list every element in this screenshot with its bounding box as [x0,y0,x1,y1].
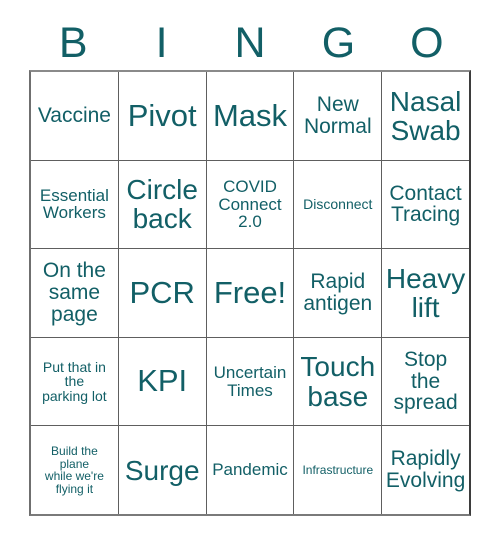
bingo-cell-1-4[interactable]: Contact Tracing [381,160,469,249]
bingo-cell-label: PCR [129,274,195,310]
bingo-cell-label: Disconnect [303,196,373,213]
bingo-cell-label: Pandemic [212,460,288,480]
bingo-row: Build the plane while we're flying it Sur… [31,425,469,514]
bingo-cell-2-0[interactable]: On the same page [31,249,118,337]
bingo-cell-label: Uncertain Times [213,362,287,400]
bingo-cell-label: Essential Workers [39,185,109,223]
bingo-cell-label: Infrastructure [302,462,374,477]
bingo-cell-label: Put that in the parking lot [42,358,107,404]
bingo-cell-0-3[interactable]: New Normal [293,72,382,160]
bingo-cell-2-4[interactable]: Heavy lift [381,249,469,337]
bingo-cell-label: Touch base [300,351,376,412]
bingo-cell-label: Stop the spread [393,347,458,415]
bingo-header-letter-2: N [234,18,266,67]
bingo-cell-label: Build the plane while we're flying it [44,444,104,496]
bingo-cell-label: Contact Tracing [389,181,462,227]
bingo-header-letter-1: I [155,18,168,67]
bingo-cell-0-0[interactable]: Vaccine [31,72,118,160]
bingo-cell-label: Heavy lift [385,262,466,323]
bingo-cell-4-1[interactable]: Surge [117,426,206,514]
bingo-cell-label: COVID Connect 2.0 [218,176,282,232]
bingo-cell-label: New Normal [303,92,372,138]
bingo-cell-free-space[interactable]: Free! [205,249,294,337]
bingo-cell-2-1[interactable]: PCR [117,249,206,337]
bingo-cell-3-0[interactable]: Put that in the parking lot [31,337,118,426]
bingo-cell-label: Pivot [127,97,197,133]
bingo-cell-4-3[interactable]: Infrastructure [293,426,382,514]
bingo-header-letter-3: G [321,18,356,67]
bingo-cell-4-4[interactable]: Rapidly Evolving [381,426,469,514]
bingo-cell-3-2[interactable]: Uncertain Times [205,337,294,426]
bingo-card: B I N G O Vaccine Pivot Mask New Normal Nasal Sw… [0,0,500,544]
bingo-cell-3-3[interactable]: Touch base [293,337,382,426]
bingo-cell-1-3[interactable]: Disconnect [293,160,382,249]
bingo-cell-label: On the same page [42,259,106,326]
bingo-cell-label: Rapidly Evolving [385,447,466,493]
bingo-cell-label: Mask [212,97,288,133]
bingo-grid: Vaccine Pivot Mask New Normal Nasal Swab Esse… [29,70,471,516]
bingo-header-letter-0: B [58,18,88,67]
bingo-cell-label: Surge [124,454,200,486]
bingo-cell-0-4[interactable]: Nasal Swab [381,72,469,160]
bingo-cell-label: Vaccine [37,103,111,127]
bingo-cell-3-1[interactable]: KPI [117,337,206,426]
bingo-cell-0-2[interactable]: Mask [205,72,294,160]
bingo-cell-1-1[interactable]: Circle back [117,160,206,249]
bingo-cell-label: Nasal Swab [389,85,462,146]
bingo-row: Put that in the parking lot KPI Uncertain … [31,336,469,426]
bingo-cell-4-2[interactable]: Pandemic [205,426,294,514]
bingo-cell-1-0[interactable]: Essential Workers [31,160,118,249]
bingo-cell-label: Circle back [126,174,198,235]
bingo-cell-4-0[interactable]: Build the plane while we're flying it [31,426,118,514]
bingo-header-row: BINGO [29,16,471,70]
bingo-cell-0-1[interactable]: Pivot [117,72,206,160]
bingo-cell-label: KPI [137,363,188,399]
bingo-cell-label: Rapid antigen [303,270,373,315]
bingo-row: Vaccine Pivot Mask New Normal Nasal Swab [31,72,469,160]
bingo-row: On the same page PCR Free! Rapid antigen Hea… [31,248,469,337]
bingo-cell-1-2[interactable]: COVID Connect 2.0 [205,160,294,249]
bingo-cell-label: Free! [213,274,287,310]
bingo-header-letter-4: O [410,18,444,67]
bingo-cell-2-3[interactable]: Rapid antigen [293,249,382,337]
bingo-cell-3-4[interactable]: Stop the spread [381,337,469,426]
bingo-row: Essential Workers Circle back COVID Connec… [31,159,469,249]
